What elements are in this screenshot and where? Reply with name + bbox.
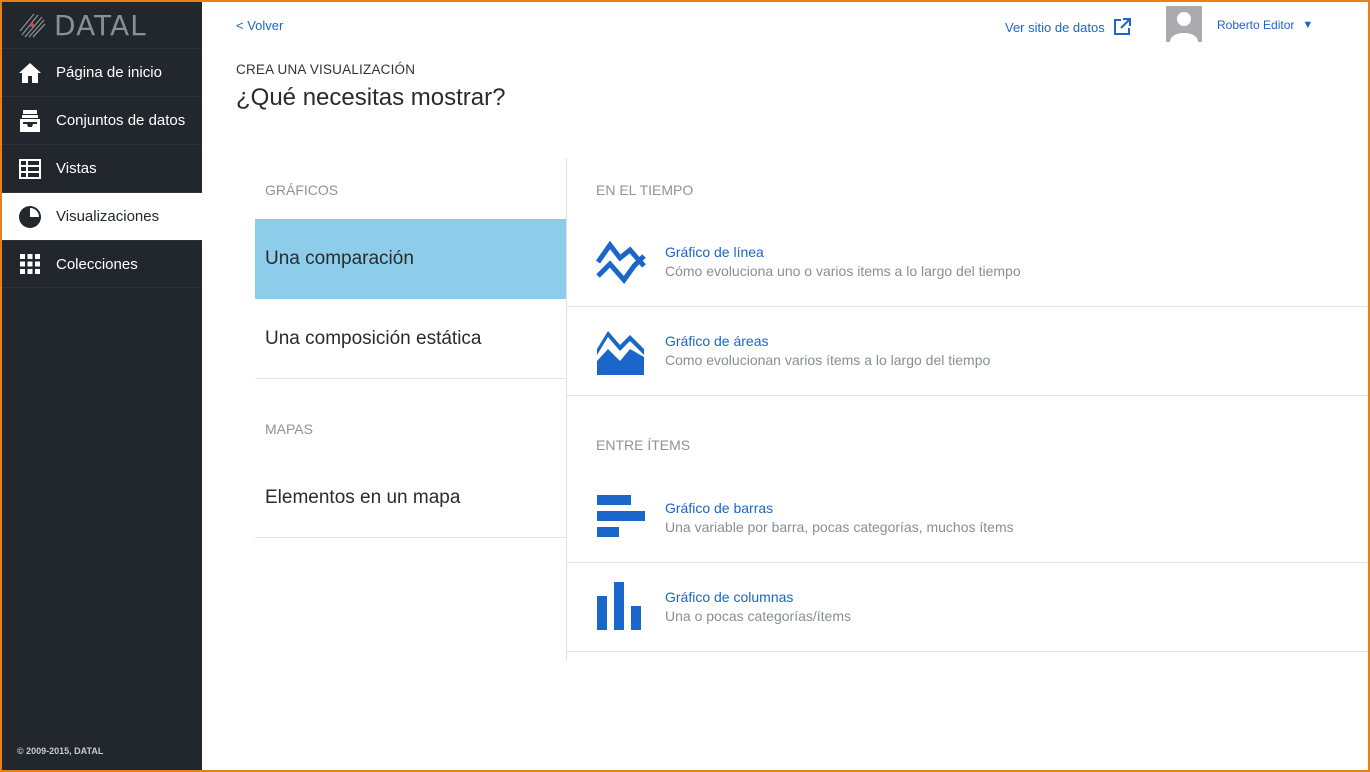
sidebar: DATAL Página de inicio Conjuntos de dato… (2, 2, 202, 770)
copyright: © 2009-2015, DATAL (17, 746, 104, 756)
column-chart-icon (596, 582, 646, 632)
option-title: Gráfico de columnas (665, 589, 794, 605)
view-data-site-link[interactable]: Ver sitio de datos (1005, 18, 1131, 36)
user-icon (1170, 12, 1198, 42)
category-static-composition[interactable]: Una composición estática (255, 299, 566, 379)
avatar[interactable] (1166, 6, 1202, 42)
option-title: Gráfico de línea (665, 244, 764, 260)
category-map-elements[interactable]: Elementos en un mapa (255, 458, 566, 538)
sidebar-item-label: Colecciones (56, 255, 138, 273)
bar-chart-icon (596, 493, 646, 543)
sidebar-item-label: Visualizaciones (56, 208, 160, 225)
category-list: GRÁFICOS Una comparación Una composición… (255, 158, 566, 538)
between-items-section-label: ENTRE ÍTEMS (596, 437, 691, 453)
inbox-icon (18, 109, 42, 133)
back-link[interactable]: < Volver (236, 18, 283, 33)
time-section-label: EN EL TIEMPO (596, 182, 694, 198)
option-description: Una variable por barra, pocas categorías… (665, 519, 1014, 535)
option-description: Una o pocas categorías/ítems (665, 608, 851, 624)
view-data-site-label: Ver sitio de datos (1005, 19, 1105, 35)
sidebar-item-home[interactable]: Página de inicio (2, 48, 202, 96)
option-area-chart[interactable]: Gráfico de áreas Como evolucionan varios… (567, 307, 1368, 396)
sidebar-item-views[interactable]: Vistas (2, 144, 202, 192)
page-title: ¿Qué necesitas mostrar? (236, 84, 506, 111)
logo-text: DATAL (54, 8, 147, 42)
line-chart-icon (596, 237, 646, 287)
home-icon (18, 61, 42, 85)
pie-chart-icon (18, 205, 42, 229)
option-title: Gráfico de barras (665, 500, 774, 516)
app-frame: DATAL Página de inicio Conjuntos de dato… (0, 0, 1370, 772)
sidebar-item-visualizations[interactable]: Visualizaciones (2, 192, 202, 240)
external-link-icon (1113, 18, 1131, 35)
chart-type-list: EN EL TIEMPO Gráfico de línea Cómo evolu… (567, 158, 1368, 652)
main-content: < Volver Ver sitio de datos Roberto Edit… (202, 2, 1368, 770)
sidebar-item-label: Vistas (56, 160, 97, 177)
page-kicker: CREA UNA VISUALIZACIÓN (236, 62, 416, 77)
user-name: Roberto Editor (1217, 18, 1295, 32)
logo-icon (19, 13, 46, 38)
option-bar-chart[interactable]: Gráfico de barras Una variable por barra… (567, 474, 1368, 563)
option-column-chart[interactable]: Gráfico de columnas Una o pocas categorí… (567, 563, 1368, 652)
maps-section-label: MAPAS (265, 421, 313, 437)
chevron-down-icon: ▼ (1302, 19, 1314, 31)
sidebar-item-label: Conjuntos de datos (56, 112, 186, 129)
sidebar-item-collections[interactable]: Colecciones (2, 240, 202, 288)
grid-icon (18, 252, 42, 276)
area-chart-icon (596, 326, 646, 376)
category-comparison[interactable]: Una comparación (255, 219, 566, 299)
charts-section-label: GRÁFICOS (265, 182, 339, 198)
sidebar-item-label: Página de inicio (56, 64, 162, 81)
option-description: Como evolucionan varios ítems a lo largo… (665, 352, 991, 368)
option-description: Cómo evoluciona uno o varios items a lo … (665, 263, 1021, 279)
user-menu[interactable]: Roberto Editor ▼ (1217, 18, 1313, 32)
logo[interactable]: DATAL (2, 2, 202, 48)
option-title: Gráfico de áreas (665, 333, 769, 349)
table-icon (18, 157, 42, 181)
option-line-chart[interactable]: Gráfico de línea Cómo evoluciona uno o v… (567, 218, 1368, 307)
sidebar-item-datasets[interactable]: Conjuntos de datos (2, 96, 202, 144)
